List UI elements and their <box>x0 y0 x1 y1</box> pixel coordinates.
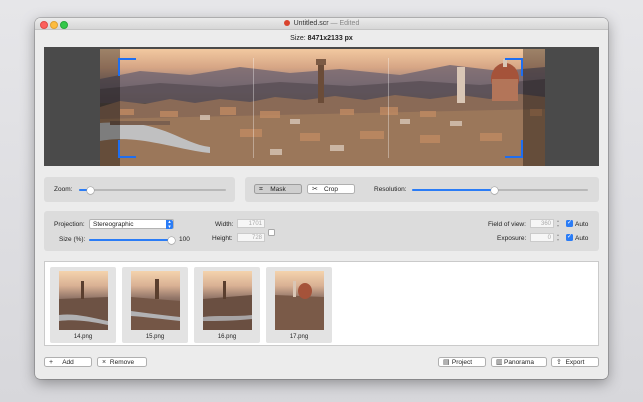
source-images-list: 14.png 15.png 16.png 17.png <box>44 261 599 346</box>
panorama-icon: ▥ <box>496 359 503 366</box>
document-icon <box>283 19 290 26</box>
export-button-label: Export <box>565 359 585 366</box>
thumbnail-filename: 14.png <box>73 334 93 340</box>
output-size-header: Size: 8471x2133 px <box>35 35 608 42</box>
scissors-icon: ✂ <box>312 186 318 193</box>
mask-button[interactable]: ⌗ Mask <box>254 184 302 194</box>
field-of-view-auto-label: Auto <box>575 221 589 228</box>
thumbnail-image <box>131 271 180 330</box>
image-thumbnail[interactable]: 17.png <box>266 267 332 343</box>
field-of-view-label: Field of view: <box>488 221 526 228</box>
lock-aspect-checkbox[interactable] <box>268 229 275 236</box>
projection-value: Stereographic <box>93 221 134 228</box>
title-separator: — <box>330 19 338 27</box>
add-button-label: Add <box>62 359 74 366</box>
zoom-label: Zoom: <box>54 186 73 193</box>
exposure-auto-label: Auto <box>575 235 589 242</box>
chevron-updown-icon: ▴ ▾ <box>166 220 173 229</box>
resolution-slider-fill <box>412 189 495 191</box>
remove-images-button[interactable]: × Remove <box>97 357 147 367</box>
panorama-image <box>100 49 545 166</box>
project-button[interactable]: ▤ Project <box>438 357 486 367</box>
image-thumbnail[interactable]: 16.png <box>194 267 260 343</box>
crop-handle-bottom-left[interactable] <box>118 140 136 158</box>
masked-area-right <box>523 49 545 166</box>
field-of-view-field[interactable]: 360 <box>530 219 554 228</box>
masked-area-left <box>100 49 120 166</box>
thumbnail-filename: 17.png <box>289 334 309 340</box>
width-field[interactable]: 1701 <box>237 219 265 228</box>
resolution-slider-knob[interactable] <box>491 186 499 194</box>
resolution-label: Resolution: <box>374 186 407 193</box>
crop-frame[interactable] <box>118 58 523 158</box>
export-icon: ⇪ <box>556 359 562 366</box>
crop-handle-top-left[interactable] <box>118 58 136 76</box>
resolution-slider[interactable] <box>412 186 588 194</box>
size-percent-slider[interactable] <box>89 236 175 244</box>
projection-panel: Projection: Stereographic ▴ ▾ Size (%): 1… <box>44 211 599 251</box>
tools-panel: ⌗ Mask ✂ Crop Resolution: <box>245 177 599 202</box>
crop-handle-top-right[interactable] <box>505 58 523 76</box>
size-value: 8471x2133 px <box>307 35 353 42</box>
size-percent-slider-fill <box>89 239 171 241</box>
exposure-field[interactable]: 0 <box>530 233 554 242</box>
export-button[interactable]: ⇪ Export <box>551 357 599 367</box>
project-button-label: Project <box>451 359 473 366</box>
plus-icon: + <box>49 359 54 366</box>
title-bar: Untitled.scr — Edited <box>35 18 608 30</box>
exposure-auto-checkbox[interactable]: ✓ <box>566 234 573 241</box>
height-label: Height: <box>212 235 233 242</box>
add-images-button[interactable]: + Add <box>44 357 92 367</box>
height-field[interactable]: 728 <box>237 233 265 242</box>
remove-button-label: Remove <box>109 359 135 366</box>
thumbnail-image <box>203 271 252 330</box>
field-of-view-auto-checkbox[interactable]: ✓ <box>566 220 573 227</box>
exposure-stepper[interactable]: ▴ ▾ <box>556 232 560 242</box>
crop-button-label: Crop <box>323 186 339 193</box>
crop-guide-line <box>388 58 389 158</box>
zoom-slider[interactable] <box>79 186 226 194</box>
zoom-slider-knob[interactable] <box>87 186 95 194</box>
crop-guide-line <box>253 58 254 158</box>
panorama-button[interactable]: ▥ Panorama <box>491 357 547 367</box>
mask-button-label: Mask <box>270 186 286 193</box>
image-thumbnail[interactable]: 15.png <box>122 267 188 343</box>
thumbnail-filename: 16.png <box>217 334 237 340</box>
app-window: Untitled.scr — Edited Size: 8471x2133 px <box>35 18 608 379</box>
thumbnail-filename: 15.png <box>145 334 165 340</box>
width-label: Width: <box>215 221 234 228</box>
size-percent-label: Size (%): <box>59 236 86 243</box>
projection-label: Projection: <box>54 221 85 228</box>
thumbnail-image <box>275 271 324 330</box>
crop-icon: ⌗ <box>259 186 263 193</box>
panorama-preview[interactable] <box>44 47 599 166</box>
document-name: Untitled.scr <box>293 19 329 27</box>
crop-button[interactable]: ✂ Crop <box>307 184 355 194</box>
size-percent-value: 100 <box>179 236 190 243</box>
crop-handle-bottom-right[interactable] <box>505 140 523 158</box>
image-thumbnail[interactable]: 14.png <box>50 267 116 343</box>
field-of-view-stepper[interactable]: ▴ ▾ <box>556 218 560 228</box>
edited-status: Edited <box>339 19 360 27</box>
project-icon: ▤ <box>443 359 450 366</box>
cross-icon: × <box>102 359 107 366</box>
panorama-button-label: Panorama <box>504 359 534 366</box>
zoom-panel: Zoom: <box>44 177 235 202</box>
window-title: Untitled.scr — Edited <box>35 19 608 27</box>
exposure-label: Exposure: <box>497 235 527 242</box>
projection-select[interactable]: Stereographic ▴ ▾ <box>89 219 174 229</box>
size-label: Size: <box>290 35 306 42</box>
thumbnail-image <box>59 271 108 330</box>
size-percent-slider-knob[interactable] <box>167 236 175 244</box>
